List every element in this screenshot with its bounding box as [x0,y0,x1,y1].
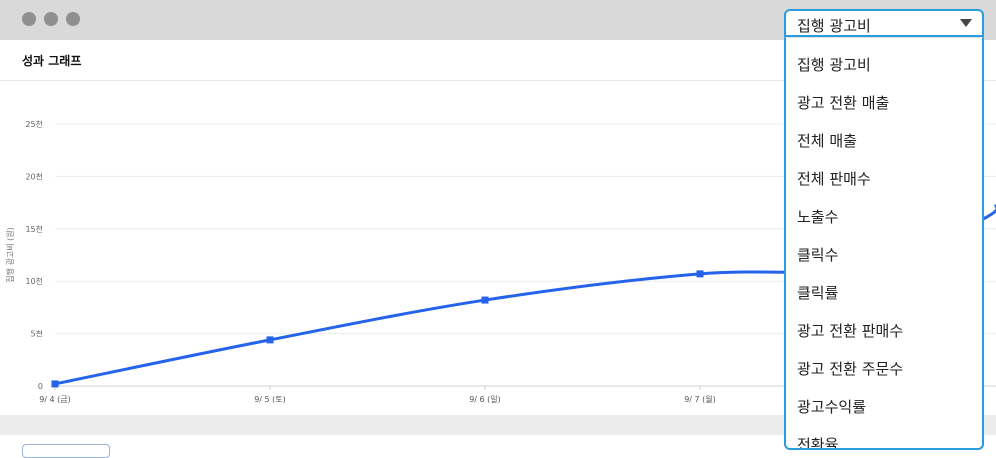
y-tick-label: 5천 [31,329,43,339]
metric-option-ad-spend[interactable]: 집행 광고비 [786,46,982,84]
window-minimize-dot[interactable] [44,12,58,26]
panel-title: 성과 그래프 [22,54,82,68]
data-point [696,270,704,278]
metric-option-conversion-rate[interactable]: 전환율 [786,426,982,448]
data-point [51,380,59,388]
x-tick-label: 9/ 4 (금) [39,395,71,404]
y-tick-label: 10천 [25,276,43,286]
metric-select-value: 집행 광고비 [797,17,871,35]
metric-option-ctr[interactable]: 클릭률 [786,274,982,312]
metric-option-clicks[interactable]: 클릭수 [786,236,982,274]
metric-option-impressions[interactable]: 노출수 [786,198,982,236]
metric-option-roas[interactable]: 광고수익률 [786,388,982,426]
metric-option-ad-conversion-orders[interactable]: 광고 전환 주문수 [786,350,982,388]
window-maximize-dot[interactable] [66,12,80,26]
metric-option-total-revenue[interactable]: 전체 매출 [786,122,982,160]
y-tick-label: 25천 [25,119,43,129]
x-tick-label: 9/ 6 (일) [469,395,501,404]
y-tick-label: 20천 [25,171,43,181]
metric-option-ad-conversion-sales[interactable]: 광고 전환 판매수 [786,312,982,350]
x-tick-label: 9/ 5 (토) [254,395,286,404]
window-close-dot[interactable] [22,12,36,26]
data-point [266,336,274,344]
x-tick-label: 9/ 7 (월) [684,394,716,404]
metric-option-ad-conversion-revenue[interactable]: 광고 전환 매출 [786,84,982,122]
footer-button[interactable] [22,444,110,458]
metric-select[interactable]: 집행 광고비 [784,9,984,37]
data-point [481,296,489,304]
chevron-down-icon[interactable] [960,19,972,27]
metric-option-total-sales-count[interactable]: 전체 판매수 [786,160,982,198]
y-tick-label: 0 [38,382,43,391]
y-axis-title: 집행 광고비 (원) [5,227,15,283]
metric-options-list[interactable]: 집행 광고비 광고 전환 매출 전체 매출 전체 판매수 노출수 클릭수 클릭률… [784,37,984,450]
y-tick-label: 15천 [25,224,43,234]
